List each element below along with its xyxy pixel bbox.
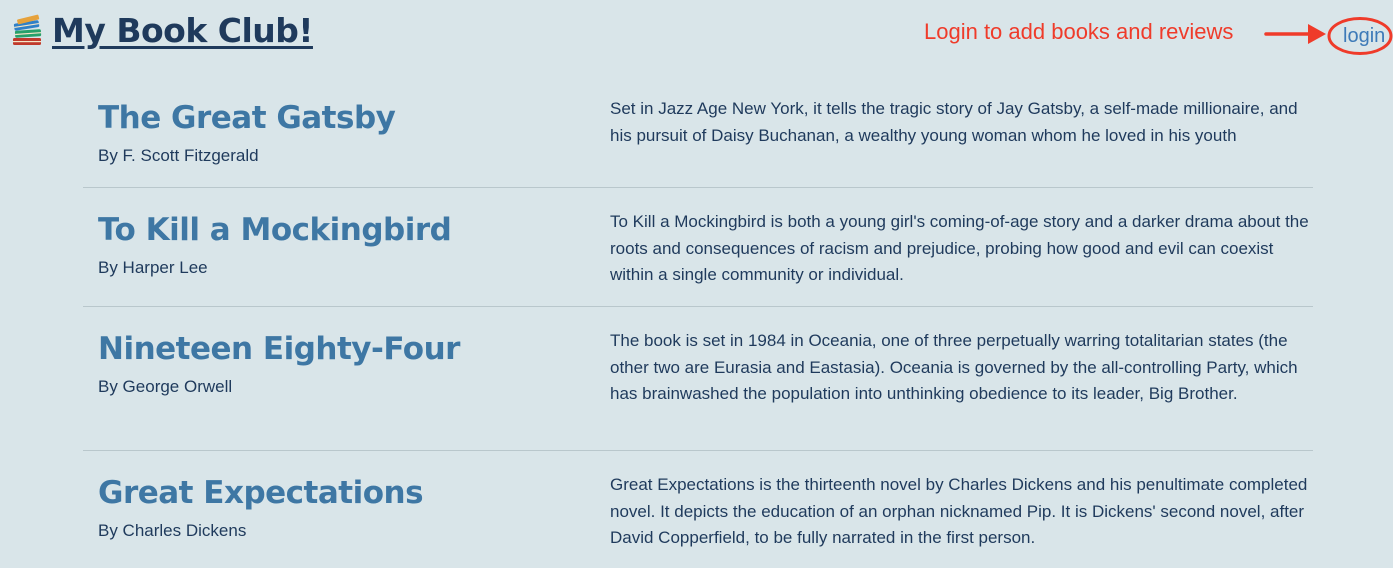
page: My Book Club! Login to add books and rev… [0,0,1393,568]
login-annotation-text: Login to add books and reviews [924,19,1234,44]
book-description: Set in Jazz Age New York, it tells the t… [610,99,1298,145]
login-link[interactable]: login [1343,25,1385,48]
books-icon [13,14,42,45]
book-description: The book is set in 1984 in Oceania, one … [610,331,1298,403]
book-author: By Charles Dickens [98,521,247,540]
book-author: By F. Scott Fitzgerald [98,146,259,165]
book-title-link[interactable]: Nineteen Eighty-Four [98,331,610,367]
arrow-right-icon [1264,24,1326,44]
login-area: login [1327,16,1393,56]
book-description: Great Expectations is the thirteenth nov… [610,475,1308,547]
book-author: By Harper Lee [98,258,208,277]
book-item: Great Expectations By Charles Dickens Gr… [83,451,1313,568]
site-title-link[interactable]: My Book Club! [10,11,313,50]
book-item: To Kill a Mockingbird By Harper Lee To K… [83,188,1313,307]
book-info: Great Expectations By Charles Dickens [98,451,610,568]
book-info: The Great Gatsby By F. Scott Fitzgerald [98,90,610,187]
book-author: By George Orwell [98,377,233,396]
book-title-link[interactable]: To Kill a Mockingbird [98,212,610,248]
book-list: The Great Gatsby By F. Scott Fitzgerald … [83,90,1313,568]
book-item: Nineteen Eighty-Four By George Orwell Th… [83,307,1313,451]
book-info: Nineteen Eighty-Four By George Orwell [98,307,610,450]
book-title-link[interactable]: Great Expectations [98,475,610,511]
book-description: To Kill a Mockingbird is both a young gi… [610,212,1309,284]
book-title-link[interactable]: The Great Gatsby [98,100,610,136]
site-title-text: My Book Club! [52,11,313,50]
book-item: The Great Gatsby By F. Scott Fitzgerald … [83,90,1313,188]
book-info: To Kill a Mockingbird By Harper Lee [98,188,610,306]
